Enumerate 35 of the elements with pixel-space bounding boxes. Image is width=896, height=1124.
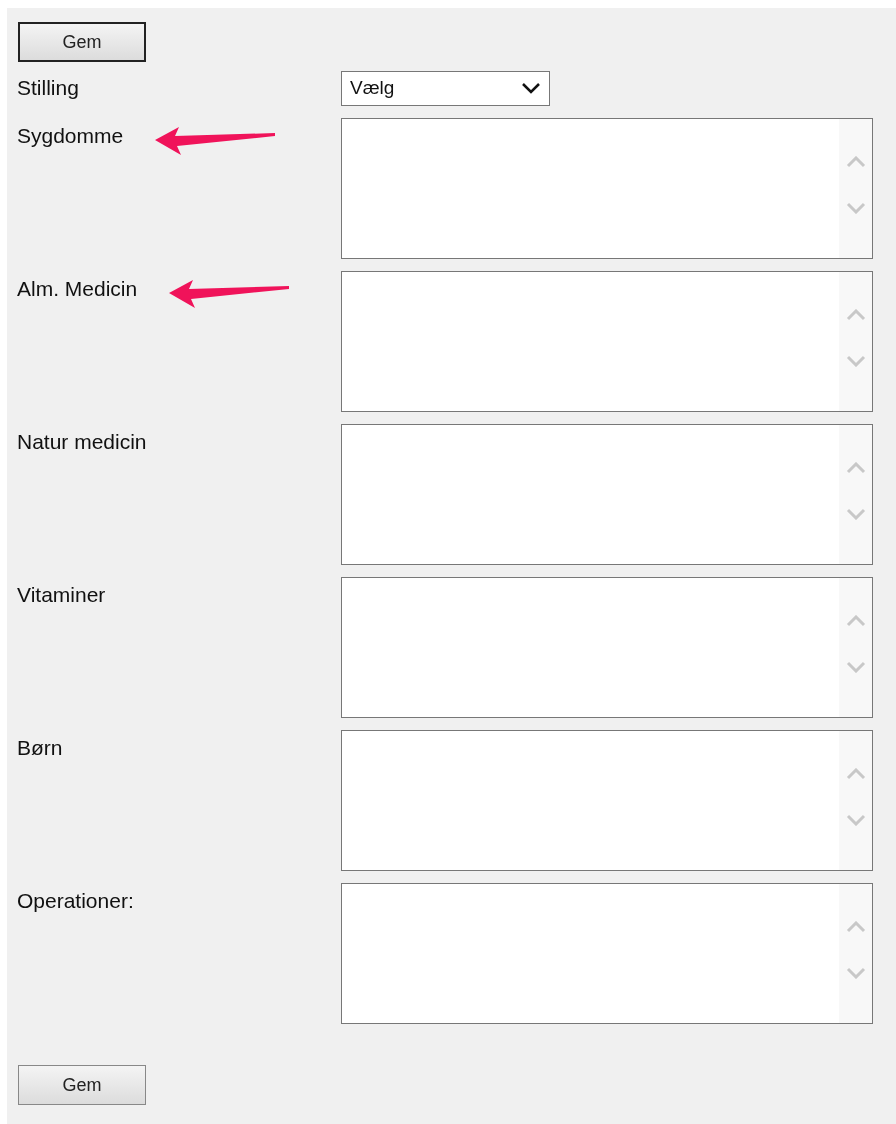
scrollbar[interactable] [839,731,872,870]
scroll-up-icon[interactable] [845,156,866,168]
field-label: Stilling [17,75,80,102]
field-label: Sygdomme [17,123,124,149]
scroll-down-icon[interactable] [845,508,866,520]
scroll-up-icon[interactable] [845,615,866,627]
field-label: Natur medicin [17,429,147,455]
field-label: Vitaminer [17,582,106,608]
save-button[interactable]: Gem [18,1065,146,1105]
scroll-down-icon[interactable] [845,814,866,826]
chevron-down-icon [521,82,541,94]
save-button[interactable]: Gem [18,22,146,62]
text-area[interactable] [341,730,873,871]
scroll-down-icon[interactable] [845,355,866,367]
scroll-down-icon[interactable] [845,967,866,979]
scrollbar[interactable] [839,425,872,564]
scrollbar[interactable] [839,272,872,411]
scrollbar[interactable] [839,884,872,1023]
field-label: Alm. Medicin [17,276,138,302]
scrollbar[interactable] [839,578,872,717]
text-area[interactable] [341,424,873,565]
scrollbar[interactable] [839,119,872,258]
scroll-up-icon[interactable] [845,309,866,321]
scroll-up-icon[interactable] [845,462,866,474]
text-area[interactable] [341,577,873,718]
text-area[interactable] [341,118,873,259]
scroll-down-icon[interactable] [845,202,866,214]
scroll-down-icon[interactable] [845,661,866,673]
text-area[interactable] [341,883,873,1024]
dropdown[interactable]: Vælg [341,70,550,106]
text-area[interactable] [341,271,873,412]
scroll-up-icon[interactable] [845,768,866,780]
field-label: Operationer: [17,888,134,914]
field-label: Børn [17,735,63,761]
scroll-up-icon[interactable] [845,921,866,933]
